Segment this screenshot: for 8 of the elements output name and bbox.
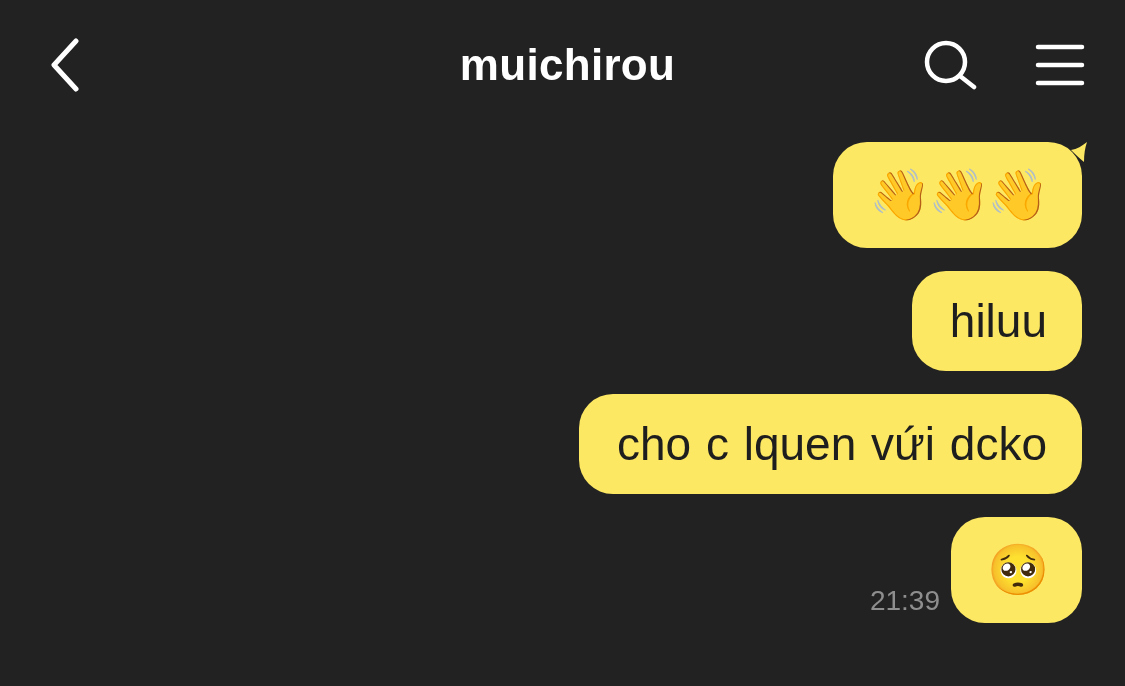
message-bubble: hiluu: [911, 271, 1082, 371]
chat-title: muichirou: [459, 40, 676, 90]
message-bubble: 🥺: [951, 517, 1082, 623]
search-icon[interactable]: [923, 40, 979, 90]
menu-icon[interactable]: [1035, 43, 1085, 87]
back-icon[interactable]: [50, 38, 80, 92]
message-time: 21:39: [869, 585, 940, 617]
message-bubble: cho c lquen vứi dcko: [578, 394, 1082, 494]
